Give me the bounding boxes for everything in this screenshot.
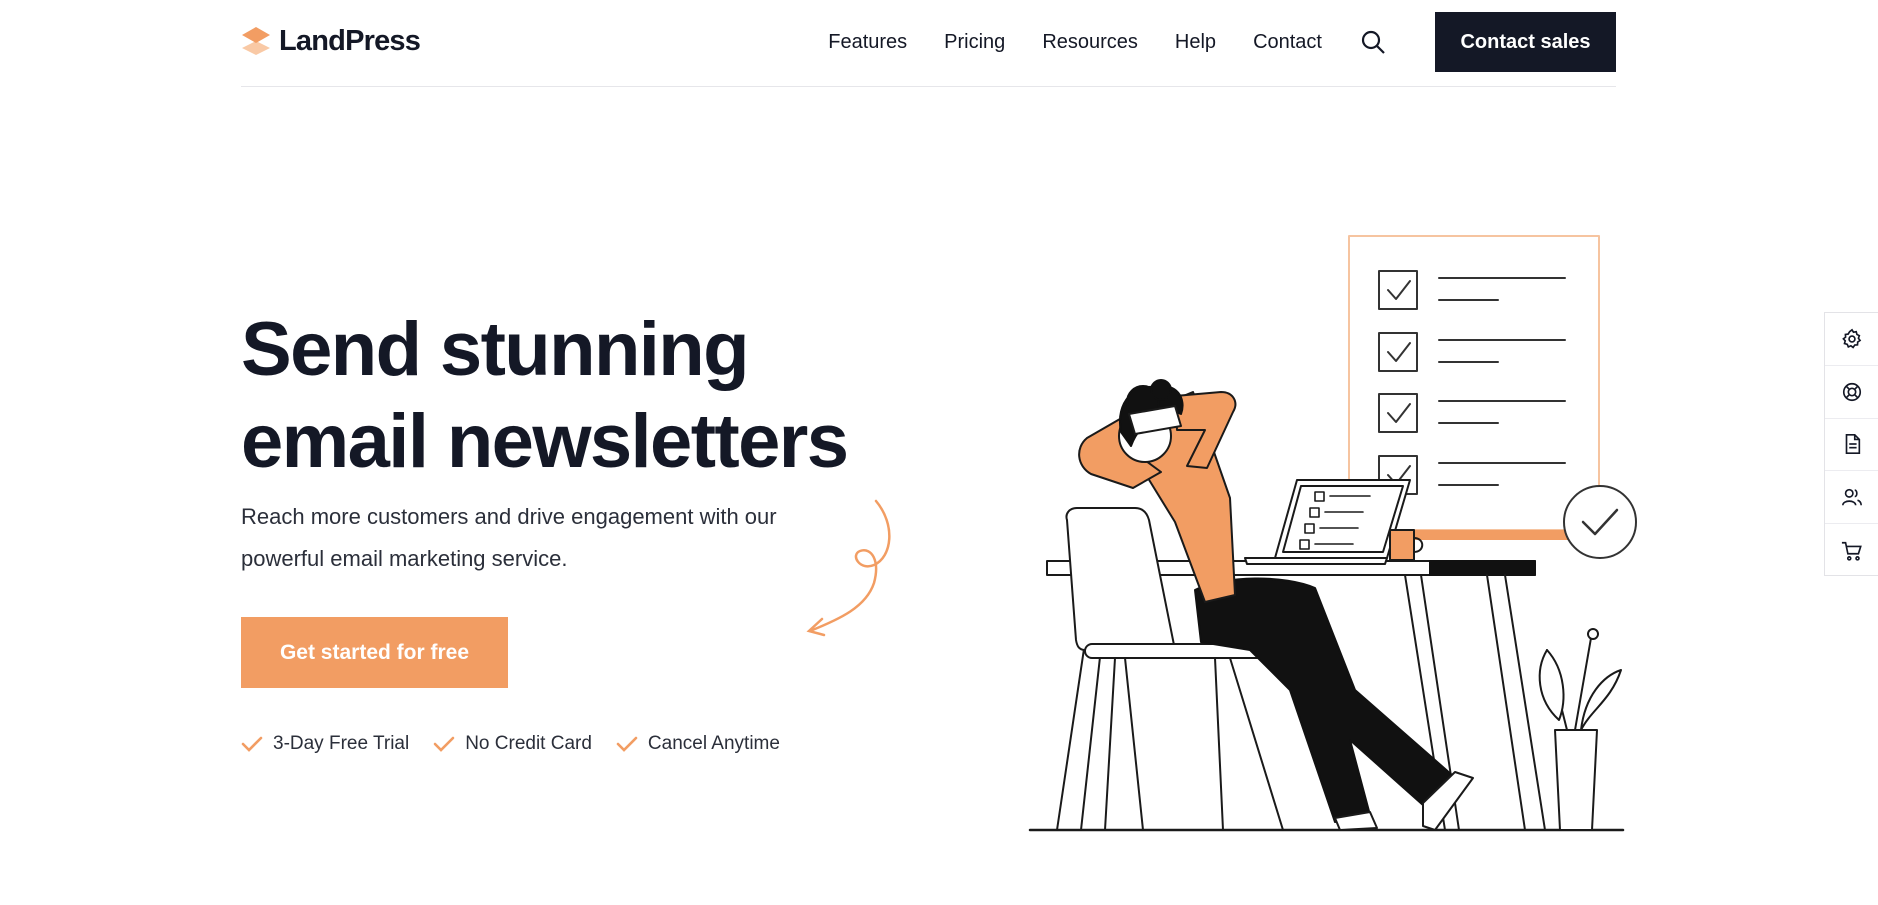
support-button[interactable] (1825, 366, 1878, 419)
squiggle-arrow-icon (806, 499, 891, 637)
cart-button[interactable] (1825, 524, 1878, 577)
users-icon (1841, 489, 1862, 506)
document-icon (1845, 434, 1860, 455)
logo-icon (242, 27, 270, 55)
nav-pricing[interactable]: Pricing (944, 12, 1005, 72)
nav-help[interactable]: Help (1175, 12, 1216, 72)
logo[interactable]: LandPress (241, 24, 421, 58)
nav-contact[interactable]: Contact (1253, 12, 1322, 72)
nav-features[interactable]: Features (828, 12, 907, 72)
side-toolbar (1824, 312, 1878, 576)
check-icon (433, 736, 455, 752)
users-button[interactable] (1825, 471, 1878, 525)
hero-title-highlight: newsletters (446, 396, 849, 488)
gear-icon (1841, 328, 1861, 349)
check-icon (241, 736, 263, 752)
feature-item: 3-Day Free Trial (241, 733, 409, 755)
nav-resources[interactable]: Resources (1042, 12, 1138, 72)
lifebuoy-icon (1842, 382, 1861, 401)
hero-title-line1: Send stunning (241, 307, 750, 392)
feature-label: Cancel Anytime (647, 733, 780, 754)
check-icon (616, 736, 638, 752)
hero-title: Send stunning email newsletters (241, 304, 881, 488)
main-nav: Features Pricing Resources Help Contact … (828, 12, 1616, 72)
hero-title-line2: email newsletters (241, 396, 881, 488)
feature-list: 3-Day Free Trial No Credit Card Cancel A… (241, 733, 804, 755)
site-header: LandPress Features Pricing Resources Hel… (241, 0, 1616, 87)
search-button[interactable] (1359, 28, 1387, 56)
documents-button[interactable] (1825, 419, 1878, 472)
hero-title-plain: email (241, 399, 447, 484)
hero-illustration (1028, 235, 1637, 832)
cart-icon (1841, 541, 1862, 561)
feature-item: Cancel Anytime (616, 733, 780, 755)
hero-subtitle: Reach more customers and drive engagemen… (241, 504, 777, 571)
settings-button[interactable] (1825, 313, 1878, 366)
search-icon (1361, 30, 1385, 54)
contact-sales-button[interactable]: Contact sales (1435, 12, 1616, 72)
feature-label: No Credit Card (465, 733, 592, 754)
get-started-button[interactable]: Get started for free (241, 617, 508, 688)
feature-item: No Credit Card (433, 733, 592, 755)
feature-label: 3-Day Free Trial (273, 733, 410, 754)
brand-name: LandPress (279, 24, 421, 57)
